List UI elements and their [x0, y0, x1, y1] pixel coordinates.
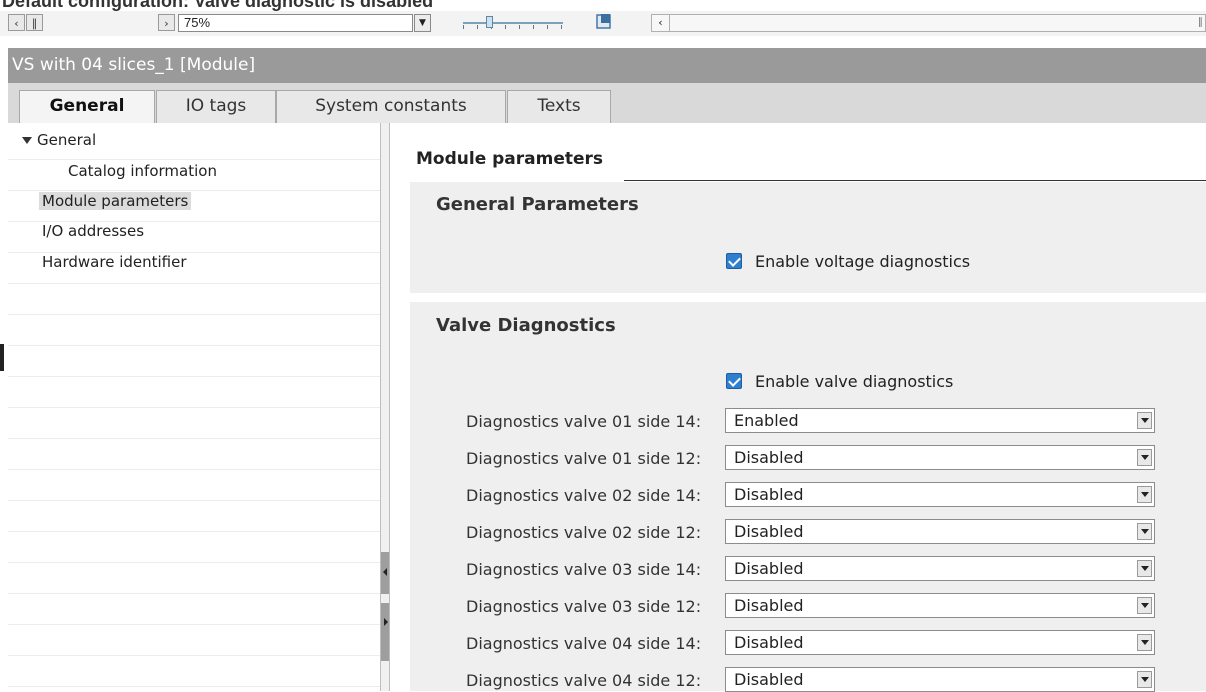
select-value: Disabled	[734, 448, 804, 467]
general-parameters-title: General Parameters	[436, 194, 639, 215]
view-toolbar: ‹ ∥ › 75% ▼ ‹ ∥	[0, 11, 1206, 36]
horizontal-scrollbar[interactable]: ‹ ∥	[651, 14, 1206, 32]
section-divider	[624, 180, 1206, 181]
zoom-slider[interactable]	[463, 16, 563, 30]
select-valve02-side14[interactable]: Disabled	[725, 482, 1155, 507]
select-value: Disabled	[734, 485, 804, 504]
select-valve02-side12[interactable]: Disabled	[725, 519, 1155, 544]
window-edge-marker	[0, 344, 4, 371]
expand-caret-icon[interactable]	[22, 137, 32, 144]
param-label-valve03-side14: Diagnostics valve 03 side 14:	[466, 560, 702, 579]
select-valve01-side14[interactable]: Enabled	[725, 408, 1155, 433]
select-value: Disabled	[734, 633, 804, 652]
select-value: Disabled	[734, 596, 804, 615]
valve-diagnostics-checkbox[interactable]	[726, 373, 742, 389]
param-label-valve03-side12: Diagnostics valve 03 side 12:	[466, 597, 702, 616]
section-title: Module parameters	[416, 149, 604, 169]
valve-diagnostics-label: Enable valve diagnostics	[755, 372, 954, 391]
tab-system-constants[interactable]: System constants	[276, 90, 506, 123]
param-label-valve02-side14: Diagnostics valve 02 side 14:	[466, 486, 702, 505]
param-label-valve04-side12: Diagnostics valve 04 side 12:	[466, 671, 702, 690]
tab-strip: General IO tags System constants Texts	[8, 83, 1206, 124]
param-label-valve01-side12: Diagnostics valve 01 side 12:	[466, 449, 702, 468]
select-valve01-side12[interactable]: Disabled	[725, 445, 1155, 470]
dropdown-arrow-icon[interactable]	[1137, 523, 1152, 540]
zoom-level-field[interactable]: 75%	[178, 14, 413, 32]
zoom-slider-ticks	[463, 25, 563, 29]
dropdown-arrow-icon[interactable]	[1137, 412, 1152, 429]
dropdown-arrow-icon[interactable]	[1137, 449, 1152, 466]
scroll-right-button[interactable]: ›	[158, 14, 175, 31]
select-value: Disabled	[734, 670, 804, 689]
dropdown-arrow-icon[interactable]	[1137, 597, 1152, 614]
valve-diagnostics-title: Valve Diagnostics	[436, 315, 616, 336]
tab-general[interactable]: General	[19, 90, 155, 124]
voltage-diagnostics-label: Enable voltage diagnostics	[755, 252, 971, 271]
zoom-slider-thumb[interactable]	[486, 16, 493, 28]
param-label-valve02-side12: Diagnostics valve 02 side 12:	[466, 523, 702, 542]
zoom-slider-track	[463, 22, 563, 24]
scrollbar-grip-icon[interactable]: ∥	[1198, 15, 1203, 31]
fit-to-window-icon[interactable]	[596, 13, 612, 30]
tree-item-module-parameters[interactable]: Module parameters	[39, 192, 192, 210]
select-valve03-side14[interactable]: Disabled	[725, 556, 1155, 581]
select-valve04-side14[interactable]: Disabled	[725, 630, 1155, 655]
tree-item-label: General	[37, 131, 97, 149]
tree-item-catalog-information[interactable]: Catalog information	[68, 162, 217, 180]
scroll-thumb-icon[interactable]: ∥	[26, 14, 43, 31]
expand-right-arrow-icon[interactable]	[384, 618, 388, 626]
select-value: Enabled	[734, 411, 799, 430]
dropdown-arrow-icon[interactable]	[1137, 486, 1152, 503]
dropdown-arrow-icon[interactable]	[1137, 671, 1152, 688]
tree-item-general[interactable]: General	[22, 131, 96, 149]
select-value: Disabled	[734, 522, 804, 541]
window-title-bar: VS with 04 slices_1 [Module]	[8, 48, 1206, 83]
collapse-left-arrow-icon[interactable]	[383, 568, 387, 576]
dropdown-arrow-icon[interactable]	[1137, 560, 1152, 577]
select-valve04-side12[interactable]: Disabled	[725, 667, 1155, 692]
scrollbar-left-arrow-icon[interactable]: ‹	[652, 15, 670, 31]
tab-texts[interactable]: Texts	[507, 90, 611, 123]
voltage-diagnostics-checkbox[interactable]	[726, 253, 742, 269]
select-value: Disabled	[734, 559, 804, 578]
tab-io-tags[interactable]: IO tags	[156, 90, 276, 123]
tree-item-io-addresses[interactable]: I/O addresses	[42, 222, 144, 240]
zoom-dropdown-button[interactable]: ▼	[414, 14, 431, 32]
dropdown-arrow-icon[interactable]	[1137, 634, 1152, 651]
splitter-grip-lower[interactable]	[381, 603, 389, 661]
param-label-valve01-side14: Diagnostics valve 01 side 14:	[466, 412, 702, 431]
param-label-valve04-side14: Diagnostics valve 04 side 14:	[466, 634, 702, 653]
tree-item-hardware-identifier[interactable]: Hardware identifier	[42, 253, 187, 271]
select-valve03-side12[interactable]: Disabled	[725, 593, 1155, 618]
scroll-left-button[interactable]: ‹	[8, 14, 25, 31]
